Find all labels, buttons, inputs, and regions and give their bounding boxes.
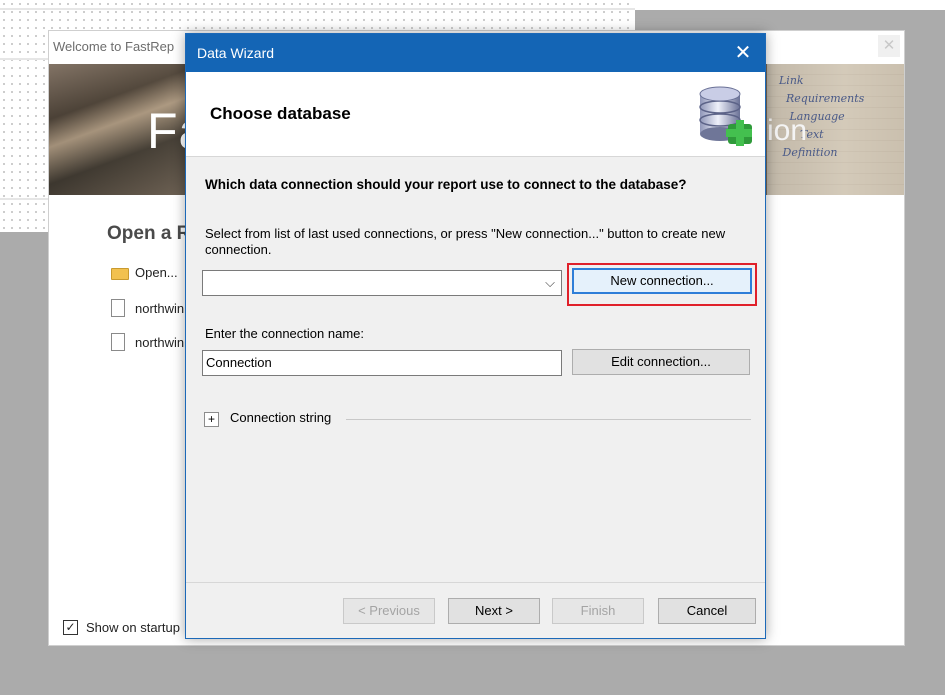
chevron-down-icon[interactable]: ⌵ — [545, 275, 555, 291]
connection-string-label[interactable]: Connection string — [230, 410, 331, 425]
folder-icon — [111, 267, 129, 280]
expand-icon[interactable]: + — [204, 412, 219, 427]
open-report-heading: Open a R — [107, 223, 191, 244]
data-wizard-dialog: Data Wizard ✕ Choose database Which data… — [185, 33, 766, 639]
show-on-startup-checkbox[interactable]: ✓ — [63, 620, 78, 635]
previous-button[interactable]: < Previous — [343, 598, 435, 624]
background-strip — [635, 0, 945, 10]
next-button[interactable]: Next > — [448, 598, 540, 624]
recent-item-label: northwin — [135, 334, 185, 350]
recent-file-item[interactable]: northwin — [111, 298, 184, 318]
cancel-button[interactable]: Cancel — [658, 598, 756, 624]
connection-name-label: Enter the connection name: — [205, 326, 364, 341]
show-on-startup-label: Show on startup — [86, 620, 180, 635]
recent-item-label: Open... — [135, 264, 178, 280]
page-title: Choose database — [210, 104, 351, 123]
recent-file-item[interactable]: northwin — [111, 332, 184, 352]
recent-item-label: northwin — [135, 300, 185, 316]
footer-divider — [186, 582, 765, 583]
database-add-icon — [699, 86, 752, 146]
show-on-startup[interactable]: ✓ Show on startup — [63, 620, 180, 635]
connection-question: Which data connection should your report… — [205, 177, 687, 192]
dialog-header: Choose database — [186, 72, 765, 157]
welcome-close-button[interactable]: ✕ — [878, 35, 900, 57]
document-icon — [111, 333, 125, 351]
dialog-title: Data Wizard — [197, 45, 275, 61]
edit-connection-button[interactable]: Edit connection... — [572, 349, 750, 375]
banner-title-end: ion — [767, 114, 808, 147]
welcome-window-title: Welcome to FastRep — [53, 39, 175, 54]
close-icon[interactable]: ✕ — [729, 40, 757, 66]
canvas-band-line — [0, 8, 635, 10]
connection-name-input[interactable]: Connection — [202, 350, 562, 376]
finish-button[interactable]: Finish — [552, 598, 644, 624]
open-file-link[interactable]: Open... — [111, 262, 178, 282]
connection-hint: Select from list of last used connection… — [205, 226, 726, 257]
connection-select[interactable]: ⌵ — [202, 270, 562, 296]
document-icon — [111, 299, 125, 317]
dialog-titlebar: Data Wizard ✕ — [186, 34, 765, 72]
divider — [346, 419, 751, 420]
new-connection-button[interactable]: New connection... — [572, 268, 752, 294]
